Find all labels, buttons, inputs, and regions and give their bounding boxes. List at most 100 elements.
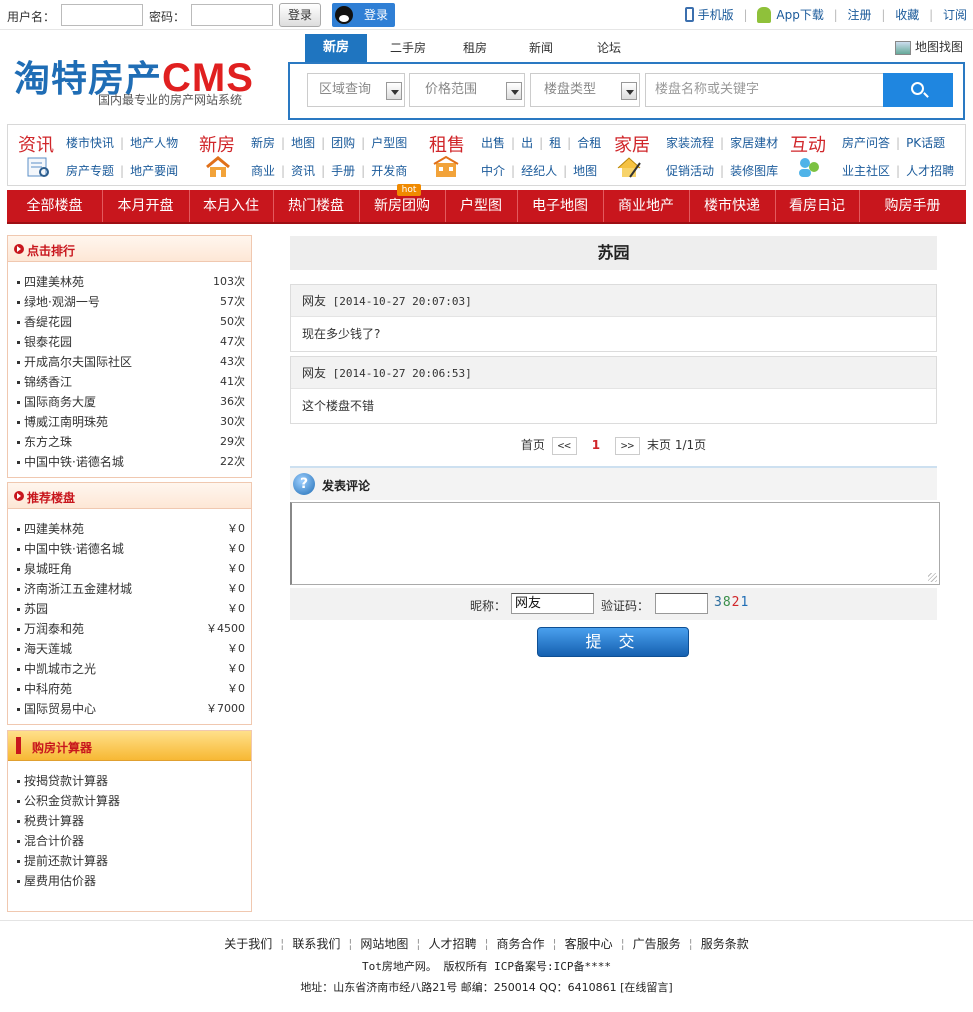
region-select[interactable]: 区域查询	[307, 73, 405, 107]
list-item[interactable]: 博威江南明珠苑 30次	[8, 412, 251, 432]
tab-forum[interactable]: 论坛	[594, 34, 624, 62]
category-link[interactable]: 中介	[481, 164, 505, 178]
list-item-link[interactable]: 锦绣香江	[24, 375, 72, 389]
list-item-link[interactable]: 济南浙江五金建材城	[24, 582, 132, 596]
list-item[interactable]: 香缇花园 50次	[8, 312, 251, 332]
list-item-link[interactable]: 东方之珠	[24, 435, 72, 449]
list-item[interactable]: 按揭贷款计算器	[8, 771, 251, 791]
list-item[interactable]: 混合计价器	[8, 831, 251, 851]
qq-login-button[interactable]: 登录	[332, 3, 395, 27]
list-item-link[interactable]: 万润泰和苑	[24, 622, 84, 636]
list-item-link[interactable]: 中科府苑	[24, 682, 72, 696]
category-link[interactable]: 出	[521, 136, 533, 150]
category-link[interactable]: 经纪人	[521, 164, 557, 178]
footer-link[interactable]: 关于我们	[224, 937, 272, 951]
list-item-link[interactable]: 提前还款计算器	[24, 854, 108, 868]
list-item[interactable]: 开成高尔夫国际社区 43次	[8, 352, 251, 372]
footer-link[interactable]: 人才招聘	[428, 937, 476, 951]
nav-item[interactable]: 电子地图	[517, 190, 603, 222]
register-link[interactable]: 注册	[848, 6, 872, 23]
login-button[interactable]: 登录	[279, 3, 321, 27]
nav-item[interactable]: 全部楼盘	[7, 190, 102, 222]
category-link[interactable]: 房产问答	[842, 136, 890, 150]
category-link[interactable]: 人才招聘	[906, 164, 954, 178]
list-item[interactable]: 提前还款计算器	[8, 851, 251, 871]
category-link[interactable]: 地产要闻	[130, 164, 178, 178]
tab-new-house[interactable]: 新房	[305, 34, 367, 62]
category-link[interactable]: 商业	[251, 164, 275, 178]
list-item-link[interactable]: 国际贸易中心	[24, 702, 96, 716]
app-download-link[interactable]: App下载	[776, 6, 823, 23]
nav-item[interactable]: 户型图	[445, 190, 517, 222]
map-search-link[interactable]: 地图找图	[895, 38, 963, 55]
category-link[interactable]: 新房	[251, 136, 275, 150]
list-item[interactable]: 泉城旺角 ￥0	[8, 559, 251, 579]
category-link[interactable]: 出售	[481, 136, 505, 150]
list-item[interactable]: 中国中铁·诺德名城 22次	[8, 452, 251, 472]
category-link[interactable]: 开发商	[371, 164, 407, 178]
list-item[interactable]: 公积金贷款计算器	[8, 791, 251, 811]
list-item-link[interactable]: 海天莲城	[24, 642, 72, 656]
captcha-input[interactable]	[655, 593, 708, 614]
password-input[interactable]	[191, 4, 273, 26]
category-link[interactable]: PK话题	[906, 136, 945, 150]
list-item-link[interactable]: 四建美林苑	[24, 522, 84, 536]
list-item-link[interactable]: 银泰花园	[24, 335, 72, 349]
category-link[interactable]: 地产人物	[130, 136, 178, 150]
footer-link[interactable]: 客服中心	[565, 937, 613, 951]
category-link[interactable]: 房产专题	[66, 164, 114, 178]
list-item[interactable]: 屋费用估价器	[8, 871, 251, 891]
prev-page-button[interactable]: <<	[551, 436, 577, 455]
list-item-link[interactable]: 开成高尔夫国际社区	[24, 355, 132, 369]
list-item-link[interactable]: 国际商务大厦	[24, 395, 96, 409]
list-item-link[interactable]: 混合计价器	[24, 834, 84, 848]
footer-link[interactable]: 服务条款	[701, 937, 749, 951]
list-item[interactable]: 国际商务大厦 36次	[8, 392, 251, 412]
list-item-link[interactable]: 博威江南明珠苑	[24, 415, 108, 429]
comment-textarea[interactable]	[290, 502, 940, 585]
list-item[interactable]: 中国中铁·诺德名城 ￥0	[8, 539, 251, 559]
price-select[interactable]: 价格范围	[409, 73, 525, 107]
list-item-link[interactable]: 屋费用估价器	[24, 874, 96, 888]
next-page-button[interactable]: >>	[614, 436, 641, 455]
list-item[interactable]: 国际贸易中心 ￥7000	[8, 699, 251, 719]
first-page-link[interactable]: 首页	[521, 438, 545, 452]
category-link[interactable]: 楼市快讯	[66, 136, 114, 150]
submit-button[interactable]: 提 交	[537, 627, 689, 657]
list-item[interactable]: 中科府苑 ￥0	[8, 679, 251, 699]
list-item-link[interactable]: 按揭贷款计算器	[24, 774, 108, 788]
username-input[interactable]	[61, 4, 143, 26]
captcha-image[interactable]: 3821	[714, 595, 749, 610]
resize-grip-icon[interactable]	[928, 573, 937, 582]
list-item[interactable]: 四建美林苑 103次	[8, 272, 251, 292]
category-link[interactable]: 资讯	[291, 164, 315, 178]
nav-item[interactable]: 购房手册	[859, 190, 966, 222]
nav-item[interactable]: 商业地产	[603, 190, 689, 222]
footer-link[interactable]: 网站地图	[360, 937, 408, 951]
list-item-link[interactable]: 中国中铁·诺德名城	[24, 542, 124, 556]
list-item[interactable]: 苏园 ￥0	[8, 599, 251, 619]
nav-item[interactable]: 楼市快递	[689, 190, 775, 222]
category-link[interactable]: 业主社区	[842, 164, 890, 178]
category-link[interactable]: 户型图	[371, 136, 407, 150]
category-link[interactable]: 家装流程	[666, 136, 714, 150]
list-item[interactable]: 锦绣香江 41次	[8, 372, 251, 392]
list-item-link[interactable]: 公积金贷款计算器	[24, 794, 120, 808]
category-link[interactable]: 地图	[573, 164, 597, 178]
category-link[interactable]: 家居建材	[730, 136, 778, 150]
list-item-link[interactable]: 香缇花园	[24, 315, 72, 329]
mobile-version-link[interactable]: 手机版	[698, 6, 734, 23]
category-link[interactable]: 促销活动	[666, 164, 714, 178]
list-item-link[interactable]: 苏园	[24, 602, 48, 616]
category-link[interactable]: 租	[549, 136, 561, 150]
tab-second-hand[interactable]: 二手房	[388, 34, 428, 62]
list-item-link[interactable]: 泉城旺角	[24, 562, 72, 576]
nav-item[interactable]: 本月开盘	[102, 190, 189, 222]
list-item[interactable]: 四建美林苑 ￥0	[8, 519, 251, 539]
list-item[interactable]: 绿地·观湖一号 57次	[8, 292, 251, 312]
list-item[interactable]: 东方之珠 29次	[8, 432, 251, 452]
list-item-link[interactable]: 中凯城市之光	[24, 662, 96, 676]
site-logo[interactable]: 淘特房产CMS 国内最专业的房产网站系统	[14, 50, 274, 110]
category-link[interactable]: 地图	[291, 136, 315, 150]
list-item[interactable]: 中凯城市之光 ￥0	[8, 659, 251, 679]
